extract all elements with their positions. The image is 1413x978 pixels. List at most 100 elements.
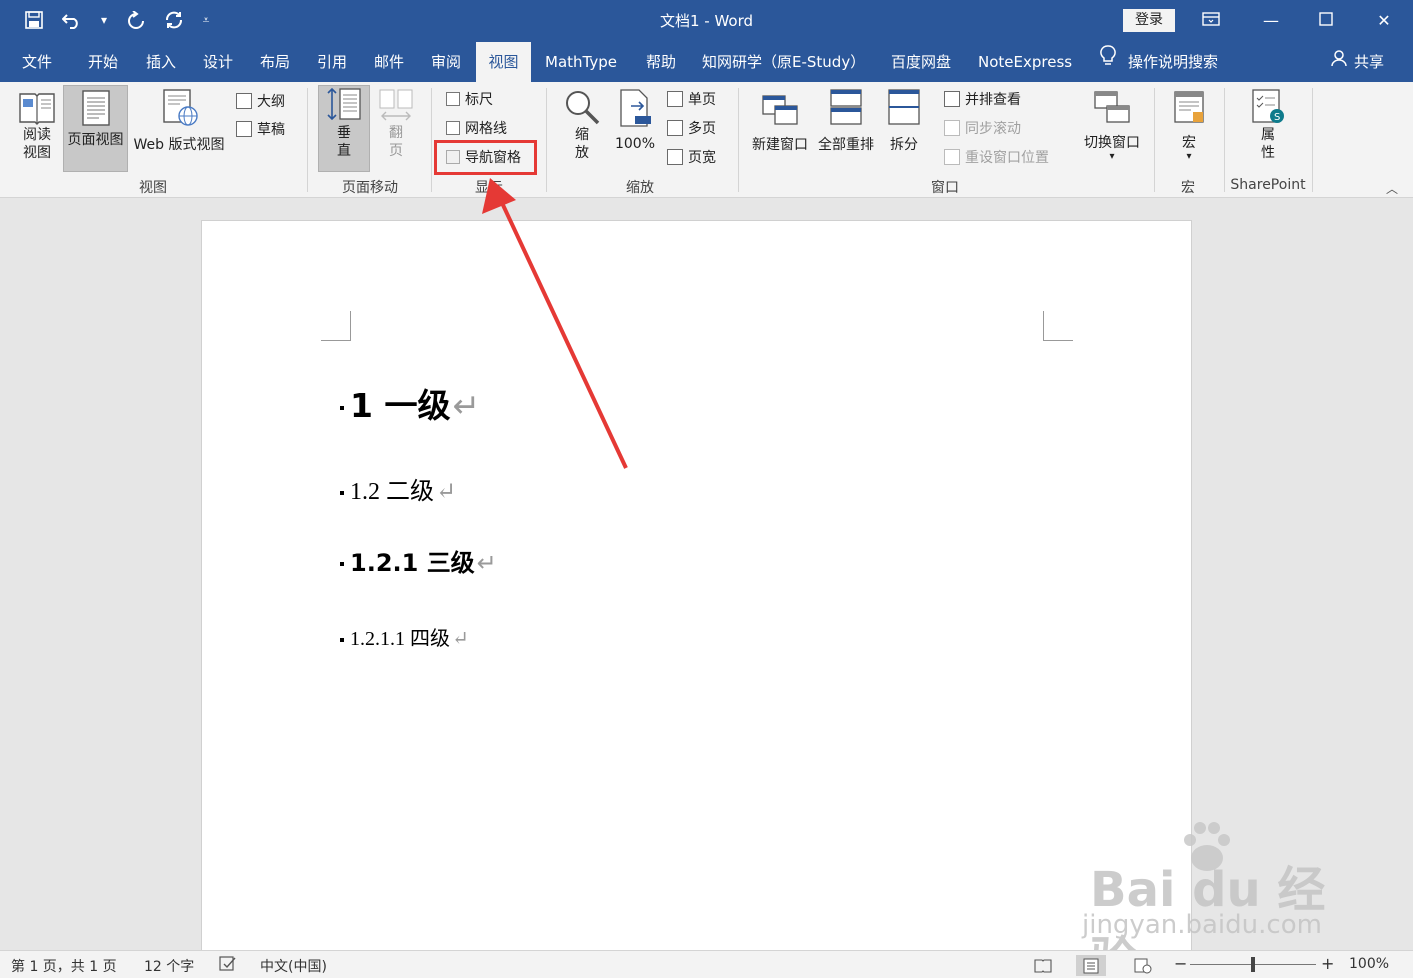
multiple-pages-label: 多页 bbox=[688, 121, 716, 137]
proofing-icon[interactable] bbox=[219, 956, 237, 976]
tab-estudy[interactable]: 知网研学（原E-Study） bbox=[696, 42, 871, 82]
read-mode-button[interactable]: 阅读 视图 bbox=[12, 88, 62, 170]
heading-level-1[interactable]: 1 一级↵ bbox=[340, 379, 480, 427]
tell-me-search[interactable]: 操作说明搜索 bbox=[1100, 42, 1218, 82]
document-page[interactable]: 1 一级↵ 1.2 二级↵ 1.2.1 三级↵ 1.2.1.1 四级 ↵ bbox=[201, 220, 1192, 960]
group-separator bbox=[1224, 88, 1225, 192]
tab-mailings[interactable]: 邮件 bbox=[368, 42, 410, 82]
page-icon bbox=[81, 90, 110, 126]
tab-home[interactable]: 开始 bbox=[82, 42, 124, 82]
multiple-pages-button[interactable]: 多页 bbox=[667, 117, 716, 139]
tab-insert[interactable]: 插入 bbox=[140, 42, 182, 82]
magnifier-icon bbox=[566, 91, 600, 125]
group-separator bbox=[431, 88, 432, 192]
collapse-ribbon-icon[interactable]: ︿ bbox=[1386, 180, 1398, 197]
heading-level-3[interactable]: 1.2.1 三级↵ bbox=[340, 543, 497, 578]
outline-label: 大纲 bbox=[257, 94, 285, 110]
read-mode-label: 阅读 视图 bbox=[23, 127, 51, 161]
zoom-100-button[interactable]: 100% bbox=[610, 88, 660, 170]
properties-button[interactable]: S 属 性 bbox=[1240, 88, 1296, 170]
title-bar: ▾ ⩡ 文档1 - Word 登录 — ✕ bbox=[0, 0, 1413, 42]
synchronous-scrolling-button[interactable]: 同步滚动 bbox=[944, 117, 1021, 139]
read-mode-view-icon[interactable] bbox=[1028, 955, 1058, 976]
heading-3-text: 1.2.1 三级 bbox=[350, 549, 475, 577]
gridlines-checkbox[interactable]: 网格线 bbox=[446, 117, 507, 139]
close-icon[interactable]: ✕ bbox=[1361, 6, 1407, 36]
heading-4-text: 1.2.1.1 四级 bbox=[350, 628, 450, 650]
login-button[interactable]: 登录 bbox=[1123, 9, 1175, 32]
macros-button[interactable]: 宏 ▾ bbox=[1164, 88, 1214, 170]
tab-baidu-netdisk[interactable]: 百度网盘 bbox=[885, 42, 957, 82]
tab-review[interactable]: 审阅 bbox=[425, 42, 467, 82]
arrange-all-button[interactable]: 全部重排 bbox=[814, 88, 878, 170]
tab-design[interactable]: 设计 bbox=[197, 42, 239, 82]
vertical-button[interactable]: 垂 直 bbox=[318, 85, 370, 172]
heading-level-4[interactable]: 1.2.1.1 四级 ↵ bbox=[340, 622, 469, 651]
multiple-pages-icon bbox=[667, 120, 683, 136]
reset-position-label: 重设窗口位置 bbox=[965, 150, 1049, 166]
side-by-side-icon bbox=[944, 91, 960, 107]
tab-mathtype[interactable]: MathType bbox=[539, 42, 623, 82]
gridlines-checkbox-box[interactable] bbox=[446, 121, 460, 135]
group-separator bbox=[546, 88, 547, 192]
split-button[interactable]: 拆分 bbox=[882, 88, 926, 170]
zoom-level[interactable]: 100% bbox=[1349, 956, 1389, 972]
paragraph-mark-icon bbox=[340, 491, 344, 496]
svg-text:S: S bbox=[1274, 112, 1280, 123]
group-label-window: 窗口 bbox=[931, 180, 959, 196]
tab-file[interactable]: 文件 bbox=[16, 42, 58, 82]
book-icon bbox=[19, 93, 55, 125]
reset-window-position-button[interactable]: 重设窗口位置 bbox=[944, 146, 1049, 168]
zoom-button[interactable]: 缩 放 bbox=[560, 88, 604, 170]
new-window-button[interactable]: 新建窗口 bbox=[748, 88, 812, 170]
zoom-slider-thumb[interactable] bbox=[1251, 957, 1255, 972]
sharepoint-properties-icon: S bbox=[1252, 89, 1284, 123]
return-mark-icon: ↵ bbox=[436, 479, 457, 505]
maximize-icon[interactable] bbox=[1303, 6, 1349, 36]
outline-button[interactable]: 大纲 bbox=[236, 90, 285, 112]
reset-position-icon bbox=[944, 149, 960, 165]
heading-level-2[interactable]: 1.2 二级↵ bbox=[340, 471, 456, 506]
page-width-button[interactable]: 页宽 bbox=[667, 146, 716, 168]
side-to-side-button[interactable]: 翻 页 bbox=[374, 88, 418, 170]
word-count[interactable]: 12 个字 bbox=[144, 956, 194, 976]
zoom-in-button[interactable]: + bbox=[1321, 954, 1334, 973]
split-label: 拆分 bbox=[890, 137, 918, 153]
gridlines-label: 网格线 bbox=[465, 121, 507, 137]
tab-layout[interactable]: 布局 bbox=[254, 42, 296, 82]
one-page-button[interactable]: 单页 bbox=[667, 88, 716, 110]
tab-help[interactable]: 帮助 bbox=[640, 42, 682, 82]
draft-button[interactable]: 草稿 bbox=[236, 118, 285, 140]
return-mark-icon: ↵ bbox=[452, 386, 481, 425]
minimize-icon[interactable]: — bbox=[1248, 6, 1294, 36]
outline-icon bbox=[236, 93, 252, 109]
print-layout-label: 页面视图 bbox=[67, 132, 124, 148]
tab-view[interactable]: 视图 bbox=[476, 42, 531, 82]
navigation-pane-highlight-box bbox=[434, 140, 537, 175]
view-side-by-side-button[interactable]: 并排查看 bbox=[944, 88, 1021, 110]
print-layout-view-icon[interactable] bbox=[1076, 955, 1106, 976]
ruler-checkbox[interactable]: 标尺 bbox=[446, 88, 493, 110]
web-layout-view-icon[interactable] bbox=[1128, 955, 1158, 976]
page-count[interactable]: 第 1 页，共 1 页 bbox=[11, 956, 117, 976]
web-layout-button[interactable]: Web 版式视图 bbox=[129, 88, 229, 170]
chevron-down-icon: ▾ bbox=[1186, 151, 1192, 162]
zoom-out-button[interactable]: − bbox=[1174, 954, 1187, 973]
chevron-down-icon: ▾ bbox=[1109, 151, 1115, 162]
watermark-url: jingyan.baidu.com bbox=[1082, 910, 1322, 940]
margin-corner-mark bbox=[1043, 311, 1073, 341]
page-width-label: 页宽 bbox=[688, 150, 716, 166]
new-window-label: 新建窗口 bbox=[752, 137, 808, 153]
tab-noteexpress[interactable]: NoteExpress bbox=[972, 42, 1078, 82]
ribbon-display-options-icon[interactable] bbox=[1188, 6, 1234, 36]
language-indicator[interactable]: 中文(中国) bbox=[260, 956, 327, 976]
switch-windows-button[interactable]: 切换窗口 ▾ bbox=[1078, 88, 1146, 170]
one-page-icon bbox=[667, 91, 683, 107]
web-page-icon bbox=[163, 89, 198, 126]
properties-label: 属 性 bbox=[1261, 127, 1275, 161]
tab-references[interactable]: 引用 bbox=[311, 42, 353, 82]
paragraph-mark-icon bbox=[340, 562, 344, 566]
print-layout-button[interactable]: 页面视图 bbox=[63, 85, 128, 172]
share-button[interactable]: 共享 bbox=[1330, 42, 1384, 82]
ruler-checkbox-box[interactable] bbox=[446, 92, 460, 106]
